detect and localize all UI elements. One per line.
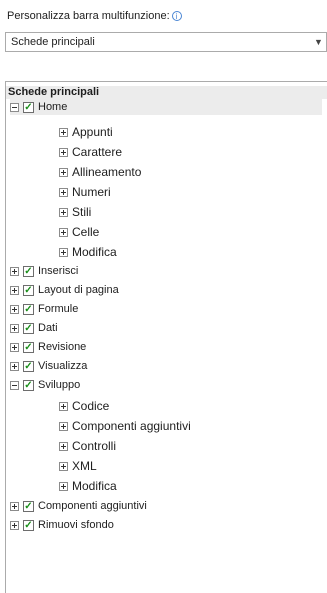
tree-node-label: Dati — [38, 322, 58, 334]
tree-node-inserisci[interactable]: ✓ Inserisci — [10, 263, 78, 279]
tree-node-label: Numeri — [72, 185, 111, 199]
tree-node-formule[interactable]: ✓ Formule — [10, 301, 78, 317]
expand-icon[interactable] — [10, 501, 19, 511]
tree-node-label: Carattere — [72, 145, 123, 159]
tree-node-label: Componenti aggiuntivi — [72, 419, 191, 433]
tree-node-label: Layout di pagina — [38, 284, 119, 296]
expand-icon[interactable] — [10, 304, 19, 314]
tree-node-home[interactable]: ✓ Home — [10, 99, 322, 115]
expand-icon[interactable] — [10, 285, 19, 295]
tab-checkbox[interactable]: ✓ — [23, 284, 34, 296]
tree-group-carattere[interactable]: Carattere — [59, 144, 122, 160]
tree-node-label: Home — [38, 101, 68, 113]
tree-node-sviluppo[interactable]: ✓ Sviluppo — [10, 377, 80, 393]
tree-node-visualizza[interactable]: ✓ Visualizza — [10, 358, 87, 374]
expand-icon[interactable] — [59, 207, 68, 217]
expand-icon[interactable] — [59, 461, 68, 471]
tree-node-label: Formule — [38, 303, 79, 315]
tab-checkbox[interactable]: ✓ — [23, 519, 34, 531]
tree-node-rimuovi-sfondo[interactable]: ✓ Rimuovi sfondo — [10, 517, 114, 533]
tabs-combobox[interactable]: Schede principali ▼ — [5, 32, 327, 52]
tree-node-label: Celle — [72, 225, 100, 239]
ribbon-tabs-tree[interactable]: Schede principali ✓ Home Appunti Caratte… — [5, 81, 327, 593]
expand-icon[interactable] — [59, 401, 68, 411]
tree-group-appunti[interactable]: Appunti — [59, 124, 113, 140]
expand-icon[interactable] — [59, 421, 68, 431]
tree-header: Schede principali — [6, 86, 327, 99]
tree-group-allineamento[interactable]: Allineamento — [59, 164, 141, 180]
expand-icon[interactable] — [10, 361, 19, 371]
tree-group-modifica[interactable]: Modifica — [59, 244, 117, 260]
expand-icon[interactable] — [59, 167, 68, 177]
expand-icon[interactable] — [59, 227, 68, 237]
expand-icon[interactable] — [59, 187, 68, 197]
tree-group-codice[interactable]: Codice — [59, 398, 109, 414]
tree-node-label: Modifica — [72, 245, 117, 259]
customize-ribbon-label-text: Personalizza barra multifunzione: — [7, 10, 170, 22]
expand-icon[interactable] — [59, 127, 68, 137]
tree-group-controlli[interactable]: Controlli — [59, 438, 116, 454]
tree-node-label: Visualizza — [38, 360, 88, 372]
tree-node-label: XML — [72, 459, 97, 473]
tree-node-label: Sviluppo — [38, 379, 81, 391]
tree-group-celle[interactable]: Celle — [59, 224, 99, 240]
tree-node-label: Codice — [72, 399, 110, 413]
customize-ribbon-label: Personalizza barra multifunzione: i — [7, 8, 182, 24]
tree-node-componenti-aggiuntivi[interactable]: ✓ Componenti aggiuntivi — [10, 498, 147, 514]
expand-icon[interactable] — [59, 481, 68, 491]
tab-checkbox[interactable]: ✓ — [23, 379, 34, 391]
tabs-combobox-value: Schede principali — [11, 36, 95, 48]
tree-node-dati[interactable]: ✓ Dati — [10, 320, 58, 336]
tab-checkbox[interactable]: ✓ — [23, 265, 34, 277]
tab-checkbox[interactable]: ✓ — [23, 341, 34, 353]
tab-checkbox[interactable]: ✓ — [23, 303, 34, 315]
tree-node-label: Controlli — [72, 439, 117, 453]
tree-node-revisione[interactable]: ✓ Revisione — [10, 339, 86, 355]
tree-group-stili[interactable]: Stili — [59, 204, 91, 220]
tree-node-label: Inserisci — [38, 265, 79, 277]
tree-node-label: Componenti aggiuntivi — [38, 500, 147, 512]
tree-node-label: Modifica — [72, 479, 117, 493]
expand-icon[interactable] — [10, 342, 19, 352]
tab-checkbox[interactable]: ✓ — [23, 500, 34, 512]
info-icon[interactable]: i — [171, 11, 182, 21]
collapse-icon[interactable] — [10, 102, 19, 112]
tree-node-layout-di-pagina[interactable]: ✓ Layout di pagina — [10, 282, 119, 298]
tree-group-componenti-aggiuntivi[interactable]: Componenti aggiuntivi — [59, 418, 191, 434]
tab-checkbox[interactable]: ✓ — [23, 360, 34, 372]
tree-node-label: Stili — [72, 205, 92, 219]
tree-node-label: Revisione — [38, 341, 87, 353]
tree-group-xml[interactable]: XML — [59, 458, 97, 474]
tree-node-label: Appunti — [72, 125, 113, 139]
collapse-icon[interactable] — [10, 380, 19, 390]
expand-icon[interactable] — [59, 147, 68, 157]
expand-icon[interactable] — [59, 441, 68, 451]
expand-icon[interactable] — [10, 520, 19, 530]
tree-group-numeri[interactable]: Numeri — [59, 184, 111, 200]
tab-checkbox[interactable]: ✓ — [23, 322, 34, 334]
expand-icon[interactable] — [59, 247, 68, 257]
tree-group-modifica-sviluppo[interactable]: Modifica — [59, 478, 117, 494]
tree-node-label: Allineamento — [72, 165, 142, 179]
tree-node-label: Rimuovi sfondo — [38, 519, 114, 531]
expand-icon[interactable] — [10, 323, 19, 333]
chevron-down-icon[interactable]: ▼ — [311, 33, 326, 51]
expand-icon[interactable] — [10, 266, 19, 276]
home-checkbox[interactable]: ✓ — [23, 101, 34, 113]
